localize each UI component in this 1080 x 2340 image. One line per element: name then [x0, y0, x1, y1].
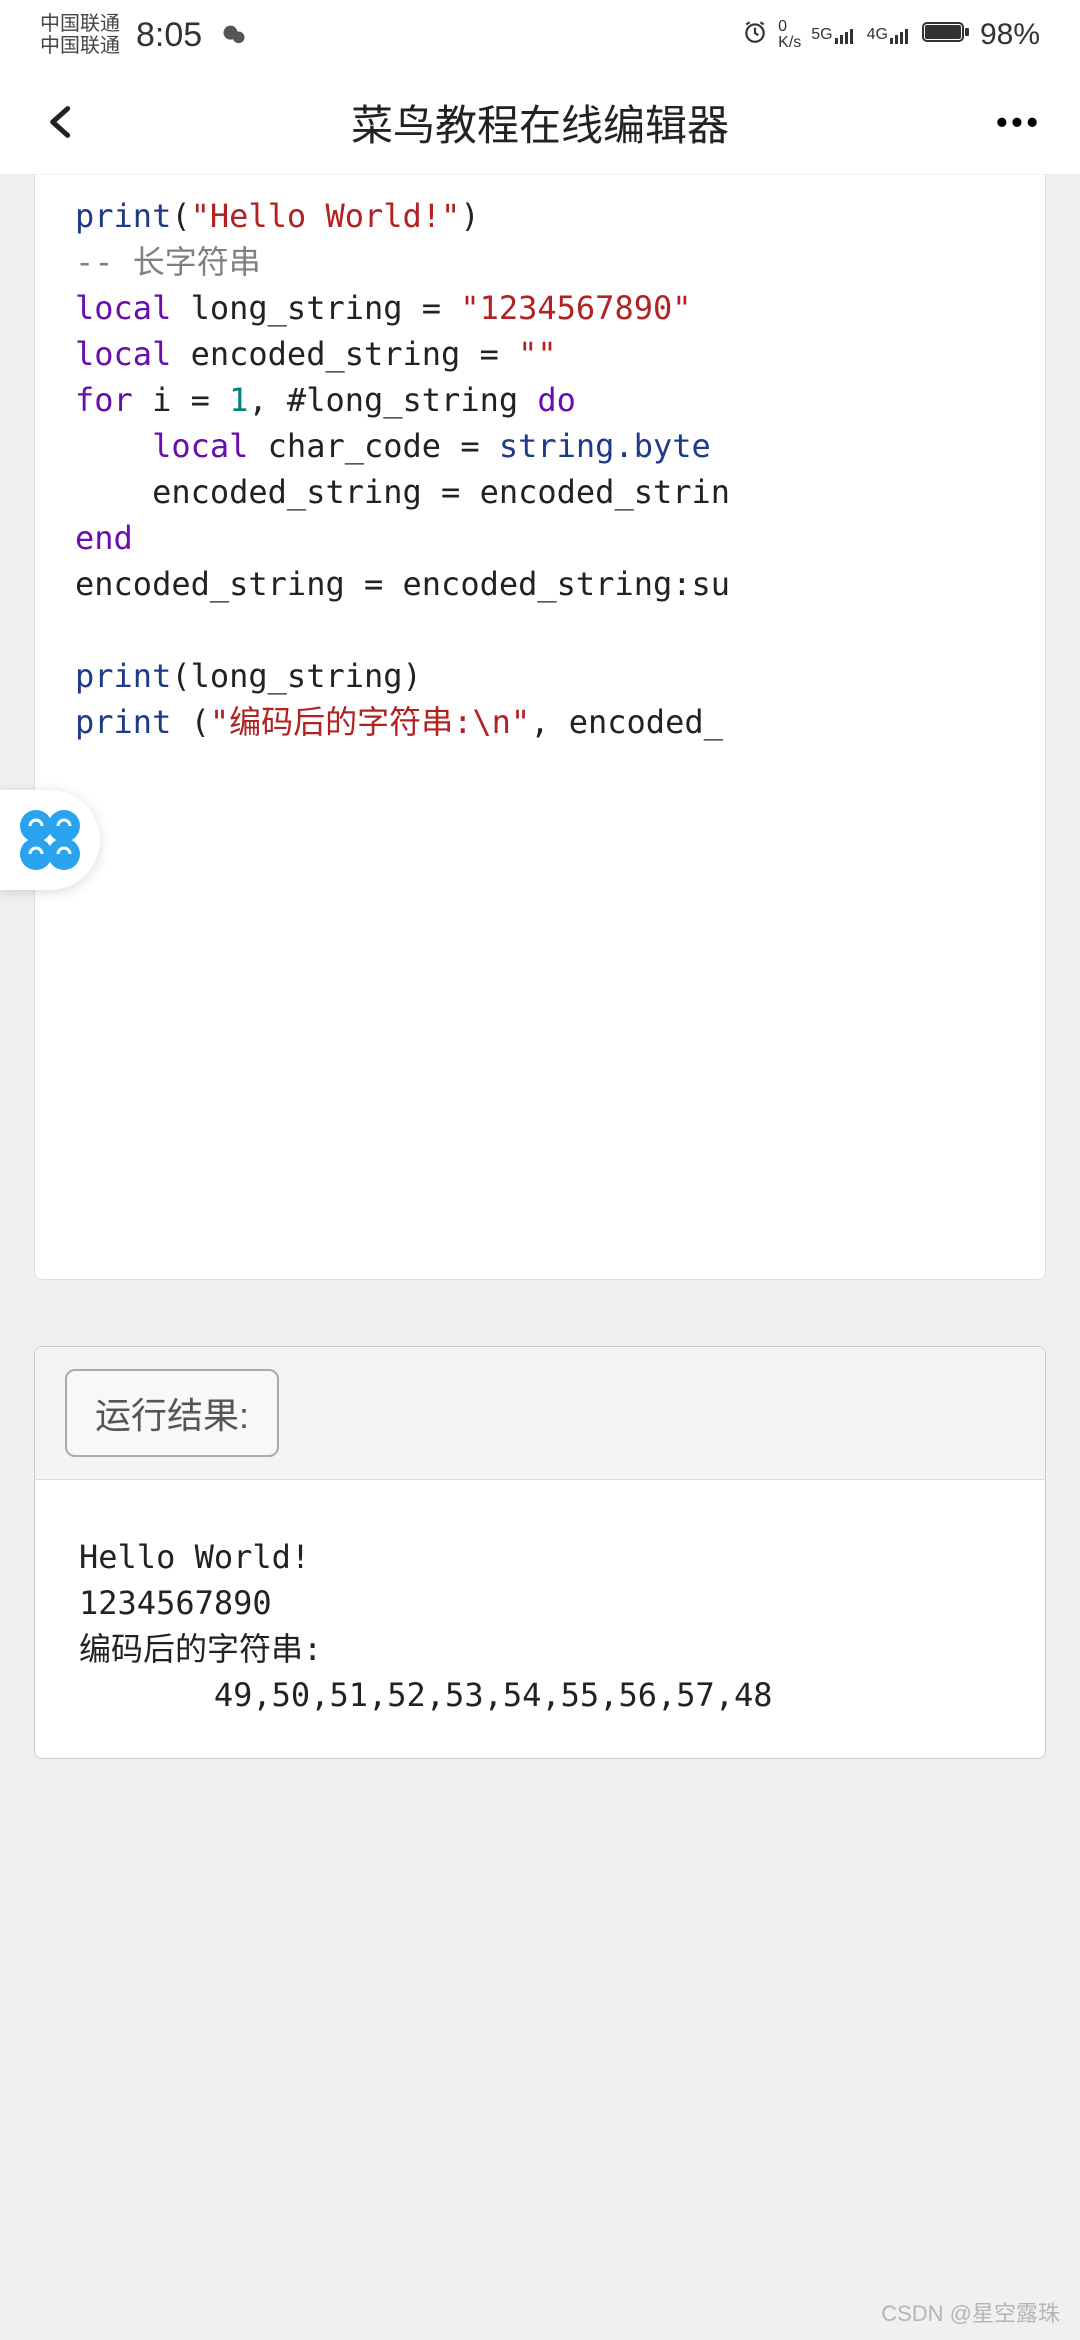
code-token: "Hello World!"	[191, 197, 461, 235]
code-keyword: do	[537, 381, 576, 419]
code-token: char_code =	[248, 427, 498, 465]
code-token: long_string =	[171, 289, 460, 327]
code-token: encoded_string = encoded_string:su	[75, 565, 730, 603]
code-keyword: local	[152, 427, 248, 465]
code-call: print	[75, 703, 171, 741]
results-output: Hello World! 1234567890 编码后的字符串: 49,50,5…	[35, 1480, 1045, 1758]
code-editor[interactable]: print("Hello World!") -- 长字符串 local long…	[34, 175, 1046, 1280]
results-panel: 运行结果: Hello World! 1234567890 编码后的字符串: 4…	[34, 1346, 1046, 1759]
code-token: (	[171, 197, 190, 235]
battery-percent: 98%	[980, 18, 1040, 52]
code-string: "1234567890"	[460, 289, 691, 327]
code-token: i =	[133, 381, 229, 419]
code-keyword: local	[75, 289, 171, 327]
code-keyword: for	[75, 381, 133, 419]
code-keyword: local	[75, 335, 171, 373]
carrier-labels: 中国联通 中国联通	[40, 13, 120, 57]
net-speed: 0 K/s	[778, 19, 801, 51]
code-token: , #long_string	[248, 381, 537, 419]
code-token: )	[460, 197, 479, 235]
wechat-icon	[220, 21, 248, 49]
net-speed-value: 0	[778, 19, 787, 35]
code-call: print	[75, 657, 171, 695]
code-call: string.byte	[499, 427, 711, 465]
code-token: encoded_string = encoded_strin	[152, 473, 730, 511]
more-button[interactable]: •••	[994, 97, 1044, 147]
net-speed-unit: K/s	[778, 35, 801, 51]
carrier-2: 中国联通	[40, 35, 120, 57]
code-token: encoded_string =	[171, 335, 518, 373]
results-label-button[interactable]: 运行结果:	[65, 1369, 279, 1457]
code-token: , encoded_	[530, 703, 723, 741]
status-left: 中国联通 中国联通 8:05	[40, 13, 248, 57]
results-header: 运行结果:	[35, 1347, 1045, 1480]
code-token: (long_string)	[171, 657, 421, 695]
output-line: 编码后的字符串:	[79, 1630, 322, 1668]
status-right: 0 K/s 5G 4G 98%	[742, 18, 1040, 52]
alarm-icon	[742, 19, 768, 51]
floating-link-widget[interactable]	[0, 790, 100, 890]
carrier-1: 中国联通	[40, 13, 120, 35]
code-keyword: end	[75, 519, 133, 557]
code-string: "编码后的字符串:\n"	[210, 703, 530, 741]
code-token: (	[171, 703, 210, 741]
code-comment: -- 长字符串	[75, 243, 261, 281]
status-time: 8:05	[136, 16, 202, 55]
back-button[interactable]	[36, 97, 86, 147]
code-string: ""	[518, 335, 557, 373]
output-line: 49,50,51,52,53,54,55,56,57,48	[79, 1676, 773, 1714]
status-bar: 中国联通 中国联通 8:05 0 K/s 5G 4G 98%	[0, 0, 1080, 70]
content-area: print("Hello World!") -- 长字符串 local long…	[0, 175, 1080, 1759]
signal-5g: 5G	[811, 26, 856, 44]
signal-4g: 4G	[867, 26, 912, 44]
watermark: CSDN @星空露珠	[881, 2296, 1060, 2328]
code-token: print	[75, 197, 171, 235]
link-cluster-icon	[12, 802, 88, 878]
page-title: 菜鸟教程在线编辑器	[86, 92, 994, 153]
output-line: 1234567890	[79, 1584, 272, 1622]
code-number: 1	[229, 381, 248, 419]
title-bar: 菜鸟教程在线编辑器 •••	[0, 70, 1080, 175]
battery-icon	[922, 20, 970, 50]
output-line: Hello World!	[79, 1538, 310, 1576]
